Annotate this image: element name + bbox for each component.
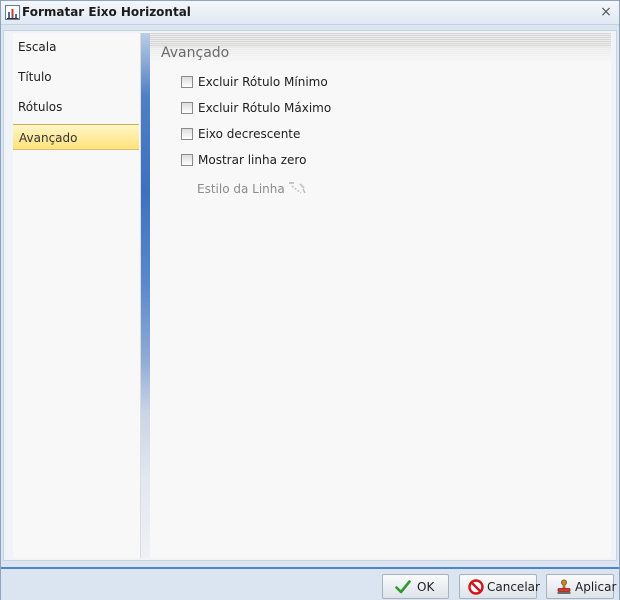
- option-label: Mostrar linha zero: [198, 153, 307, 167]
- panel-title: Avançado: [161, 45, 230, 61]
- close-icon[interactable]: ×: [599, 5, 613, 19]
- dialog-content: Escala Título Rótulos Avançado Avançado …: [3, 30, 617, 561]
- exclude-max-label-checkbox[interactable]: [181, 102, 193, 114]
- stamp-icon: [557, 579, 571, 594]
- ok-button-label: OK: [417, 580, 435, 594]
- nav-item-escala[interactable]: Escala: [13, 34, 139, 60]
- option-label: Eixo decrescente: [198, 127, 301, 141]
- exclude-min-label-checkbox[interactable]: [181, 76, 193, 88]
- nav-item-label: Título: [18, 70, 52, 84]
- nav-item-titulo[interactable]: Título: [13, 64, 139, 90]
- category-nav: Escala Título Rótulos Avançado: [13, 33, 141, 558]
- nav-item-rotulos[interactable]: Rótulos: [13, 94, 139, 120]
- chart-axis-icon: [5, 5, 20, 20]
- nav-item-label: Escala: [18, 40, 57, 54]
- cancel-icon: [468, 579, 484, 595]
- advanced-panel: Avançado Excluir Rótulo Mínimo Excluir R…: [150, 33, 611, 558]
- apply-button[interactable]: Aplicar: [546, 574, 617, 599]
- nav-divider-strip: [141, 33, 150, 558]
- format-axis-dialog: Formatar Eixo Horizontal × Escala Título…: [0, 0, 620, 600]
- nav-item-label: Avançado: [19, 131, 78, 145]
- cancel-button[interactable]: Cancelar: [459, 574, 540, 599]
- nav-item-avancado[interactable]: Avançado: [13, 124, 139, 150]
- option-label: Excluir Rótulo Máximo: [198, 101, 332, 115]
- line-style-picker-icon[interactable]: [288, 180, 306, 196]
- title-bar: Formatar Eixo Horizontal ×: [1, 1, 619, 25]
- dialog-footer: OK Cancelar Aplicar: [1, 567, 619, 600]
- dialog-title: Formatar Eixo Horizontal: [22, 5, 191, 19]
- option-label: Excluir Rótulo Mínimo: [198, 75, 328, 89]
- nav-item-label: Rótulos: [18, 100, 63, 114]
- show-zero-line-checkbox[interactable]: [181, 154, 193, 166]
- line-style-label: Estilo da Linha: [197, 182, 285, 196]
- apply-button-label: Aplicar: [575, 580, 617, 594]
- cancel-button-label: Cancelar: [487, 580, 540, 594]
- checkmark-icon: [395, 580, 411, 594]
- descending-axis-checkbox[interactable]: [181, 128, 193, 140]
- ok-button[interactable]: OK: [382, 574, 449, 599]
